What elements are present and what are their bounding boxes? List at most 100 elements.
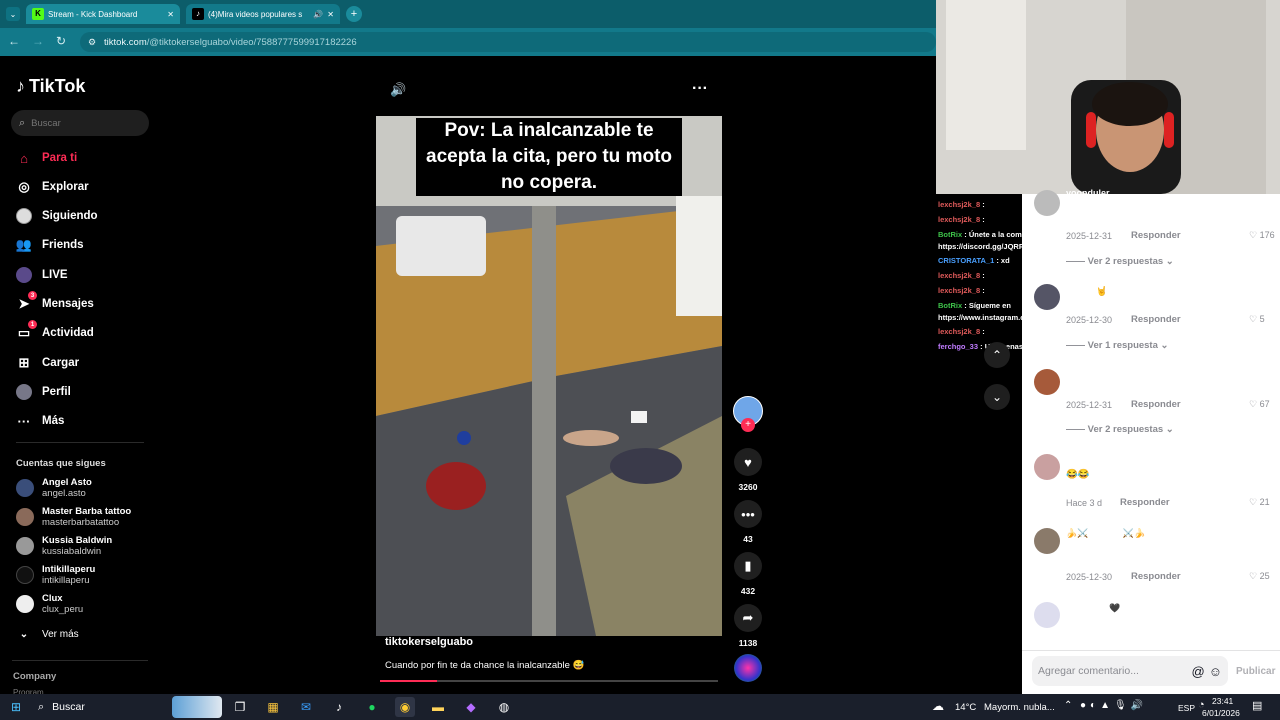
sidebar-item-actividad[interactable]: ▭ 1 Actividad: [16, 320, 94, 343]
reply-button[interactable]: Responder: [1131, 399, 1181, 410]
weather-icon[interactable]: ☁: [932, 699, 944, 713]
following-account[interactable]: Master Barba tattoo masterbarbatattoo: [16, 506, 131, 528]
following-account[interactable]: Intikillaperu intikillaperu: [16, 564, 95, 586]
comment-user[interactable]: 🍌⚔️ sumari ⚔️🍌: [1066, 528, 1145, 539]
next-video-button[interactable]: ⌄: [984, 384, 1010, 410]
view-replies[interactable]: —— Ver 1 respuesta ⌄: [1066, 340, 1169, 351]
save-button[interactable]: ▮ 432: [734, 552, 762, 596]
reply-button[interactable]: Responder: [1131, 314, 1181, 325]
comment-like[interactable]: ♡ 25: [1249, 571, 1270, 582]
clock-date[interactable]: 6/01/2026: [1202, 708, 1240, 718]
weather-text[interactable]: Mayorm. nubla...: [984, 702, 1055, 713]
tray-chevron-icon[interactable]: ⌃: [1064, 700, 1072, 711]
comment-date: Hace 3 d: [1066, 498, 1103, 508]
avatar[interactable]: [1034, 369, 1060, 395]
sidebar-item-para-ti[interactable]: ⌂ Para ti: [16, 148, 77, 168]
comment-user[interactable]: Mijail Apaza Cuyo: [1066, 371, 1142, 381]
obs-icon[interactable]: ◍: [494, 697, 514, 717]
notifications-icon[interactable]: ▤: [1252, 699, 1262, 712]
sidebar-item-live[interactable]: LIVE: [16, 265, 68, 285]
back-icon[interactable]: ←: [8, 34, 20, 48]
tab-kick[interactable]: K Stream - Kick Dashboard ✕: [26, 4, 180, 24]
view-replies[interactable]: —— Ver 2 respuestas ⌄: [1066, 256, 1174, 267]
sidebar-item-mas[interactable]: ··· Más: [16, 411, 65, 431]
music-disc-icon[interactable]: [734, 654, 762, 682]
reply-button[interactable]: Responder: [1131, 230, 1181, 241]
publish-button[interactable]: Publicar: [1236, 666, 1275, 677]
site-info-icon[interactable]: ⚙: [88, 37, 96, 48]
avatar[interactable]: [1034, 602, 1060, 628]
comment-like[interactable]: ♡ 5: [1249, 314, 1265, 325]
mention-icon[interactable]: @: [1192, 664, 1205, 679]
follow-plus-icon[interactable]: +: [741, 418, 755, 432]
author-avatar[interactable]: +: [733, 396, 763, 432]
tab-list-button[interactable]: ⌄: [6, 7, 20, 21]
sidebar-item-cargar[interactable]: ⊞ Cargar: [16, 353, 80, 373]
comment-item: Nadien🤘 PRIMERO PERO XDDDDDDDDDDDD 2025-…: [1034, 284, 1274, 356]
comment-button[interactable]: ••• 43: [734, 500, 762, 544]
app-icon[interactable]: ◆: [461, 697, 481, 717]
store-icon[interactable]: ▦: [263, 697, 283, 717]
view-replies[interactable]: —— Ver 2 respuestas ⌄: [1066, 424, 1174, 435]
comment-like[interactable]: ♡ 176: [1249, 230, 1275, 241]
search-box[interactable]: ⌕: [11, 110, 149, 136]
tab-tiktok[interactable]: ♪ (4)Mira videos populares s 🔊 ✕: [186, 4, 340, 24]
comment-user[interactable]: JOSUE27 🖤: [1066, 603, 1120, 614]
new-tab-button[interactable]: +: [346, 6, 362, 22]
video-player[interactable]: Pov: La inalcanzable te acepta la cita, …: [376, 116, 722, 636]
progress-track[interactable]: [380, 680, 718, 682]
following-account[interactable]: Angel Asto angel.asto: [16, 477, 92, 499]
windows-start-icon[interactable]: ⊞: [6, 697, 26, 717]
file-explorer-icon[interactable]: ▬: [428, 697, 448, 717]
comment-user[interactable]: iamandy26: [1066, 456, 1113, 466]
reply-button[interactable]: Responder: [1131, 571, 1181, 582]
reply-button[interactable]: Responder: [1120, 497, 1170, 508]
language-indicator[interactable]: ESP: [1178, 703, 1195, 713]
comment-user[interactable]: Nadien🤘: [1066, 286, 1107, 297]
sidebar-item-perfil[interactable]: Perfil: [16, 382, 71, 402]
comment-like[interactable]: ♡ 67: [1249, 399, 1270, 410]
weather-temp[interactable]: 14°C: [955, 702, 976, 713]
address-bar[interactable]: ⚙ tiktok.com/@tiktokerselguabo/video/758…: [80, 32, 936, 52]
video-description: Cuando por fin te da chance la inalcanza…: [385, 660, 585, 671]
tray-icons[interactable]: ●◐▲🎙🔊: [1080, 700, 1147, 711]
avatar[interactable]: [1034, 284, 1060, 310]
tiktok-logo[interactable]: ♪ TikTok: [16, 76, 85, 97]
following-account[interactable]: Clux clux_peru: [16, 593, 83, 615]
task-view-icon[interactable]: ❐: [230, 697, 250, 717]
emoji-icon[interactable]: ☺: [1209, 664, 1222, 679]
video-author[interactable]: tiktokerselguabo: [385, 636, 473, 648]
close-icon[interactable]: ✕: [167, 10, 174, 19]
see-more-button[interactable]: ⌄ Ver más: [16, 624, 79, 644]
clock-time[interactable]: 23:41: [1212, 696, 1233, 706]
share-button[interactable]: ➦ 1138: [734, 604, 762, 648]
spotify-icon[interactable]: ●: [362, 697, 382, 717]
sidebar-item-mensajes[interactable]: ➤ 3 Mensajes: [16, 291, 94, 314]
comment-user[interactable]: yoonduler: [1066, 188, 1110, 198]
sidebar-item-friends[interactable]: 👥 Friends: [16, 235, 84, 255]
more-options-icon[interactable]: ···: [692, 80, 708, 98]
like-button[interactable]: ♥ 3260: [734, 448, 762, 492]
comment-input[interactable]: Agregar comentario... @ ☺: [1032, 656, 1228, 686]
prev-video-button[interactable]: ⌃: [984, 342, 1010, 368]
sidebar-item-siguiendo[interactable]: Siguiendo: [16, 206, 98, 226]
chat-text: : Sígueme en: [964, 301, 1011, 310]
avatar[interactable]: [1034, 454, 1060, 480]
audio-icon[interactable]: 🔊: [313, 10, 323, 19]
tiktok-app-icon[interactable]: ♪: [329, 697, 349, 717]
following-account[interactable]: Kussia Baldwin kussiabaldwin: [16, 535, 112, 557]
chat-username: BotRix: [938, 230, 965, 239]
search-icon: ⌕: [38, 700, 45, 713]
outlook-icon[interactable]: ✉: [296, 697, 316, 717]
close-icon[interactable]: ✕: [327, 10, 334, 19]
reload-icon[interactable]: ↻: [56, 34, 66, 48]
search-input[interactable]: [31, 117, 132, 129]
avatar[interactable]: [1034, 528, 1060, 554]
avatar[interactable]: [1034, 190, 1060, 216]
sidebar-item-explorar[interactable]: ◎ Explorar: [16, 177, 88, 197]
company-link[interactable]: Company: [13, 671, 56, 682]
forward-icon[interactable]: →: [32, 34, 44, 48]
comment-like[interactable]: ♡ 21: [1249, 497, 1270, 508]
chrome-icon[interactable]: ◉: [395, 697, 415, 717]
volume-icon[interactable]: 🔊: [390, 82, 406, 98]
